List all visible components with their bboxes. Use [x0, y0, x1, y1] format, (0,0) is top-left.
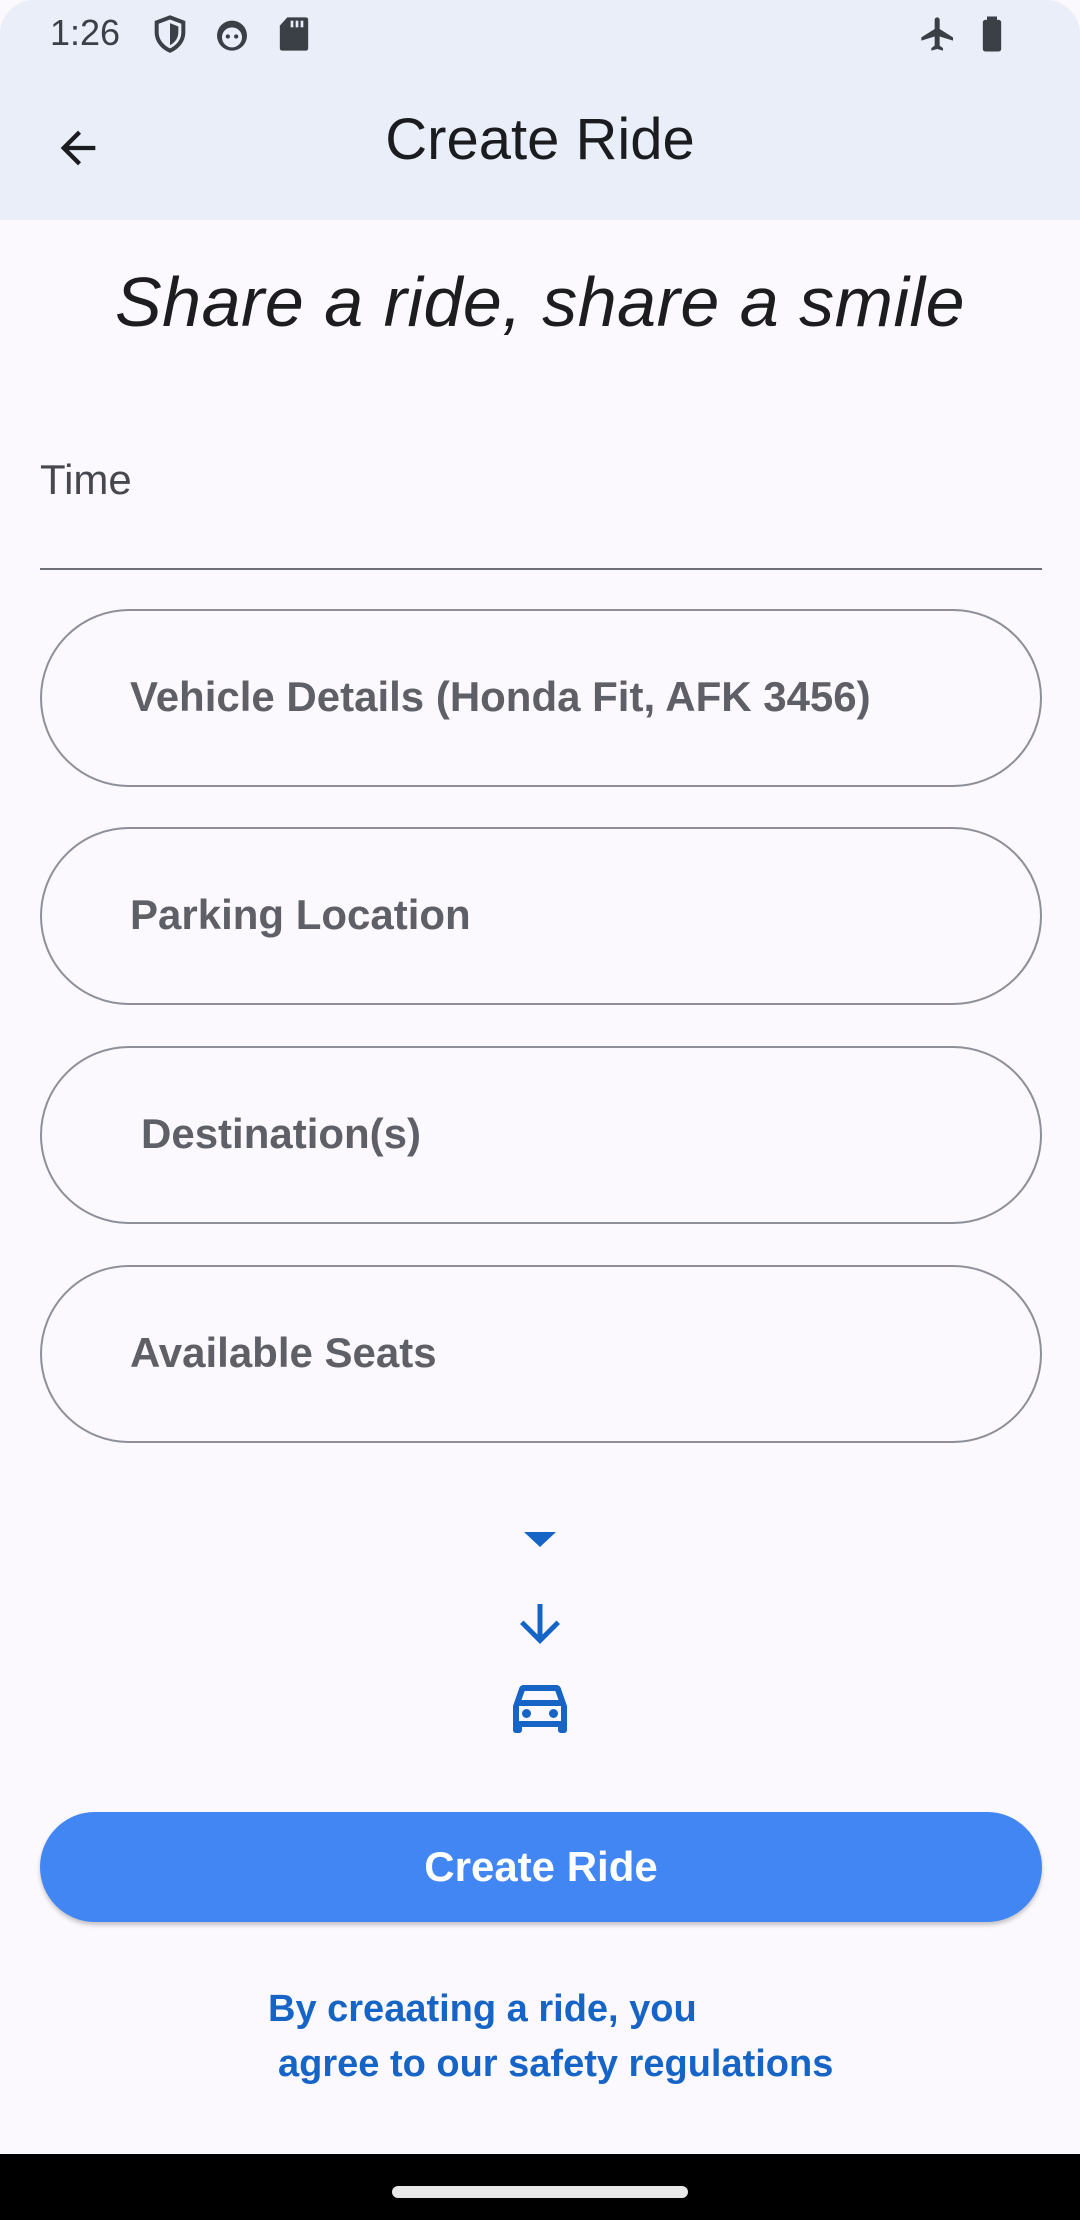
destinations-placeholder: Destination(s): [141, 1110, 422, 1157]
vehicle-details-input[interactable]: Vehicle Details (Honda Fit, AFK 3456): [40, 609, 1042, 787]
shield-icon: [154, 15, 186, 53]
time-field[interactable]: Time: [40, 440, 1042, 570]
home-gesture-handle[interactable]: [392, 2186, 688, 2198]
sd-card-icon: [279, 17, 309, 51]
page-title: Create Ride: [385, 107, 695, 172]
parking-location-placeholder: Parking Location: [130, 891, 471, 938]
navigation-bar: [0, 2154, 1080, 2220]
available-seats-input[interactable]: Available Seats: [40, 1265, 1042, 1443]
safety-agreement-link-line2[interactable]: agree to our safety regulations: [278, 2037, 833, 2092]
tagline: Share a ride, share a smile: [114, 263, 965, 341]
status-time: 1:26: [50, 12, 121, 53]
create-ride-button[interactable]: Create Ride: [40, 1812, 1042, 1922]
destinations-input[interactable]: Destination(s): [40, 1046, 1042, 1224]
airplane-mode-icon: [921, 17, 953, 51]
vehicle-details-placeholder: Vehicle Details (Honda Fit, AFK 3456): [130, 673, 871, 720]
arrow-down-icon: [520, 1604, 560, 1644]
android-face-icon: [217, 20, 247, 51]
app-bar: Create Ride: [0, 70, 1080, 220]
car-icon: [513, 1685, 567, 1733]
parking-location-input[interactable]: Parking Location: [40, 827, 1042, 1005]
caret-down-icon: [524, 1532, 556, 1547]
safety-agreement-link-line1[interactable]: By creaating a ride, you: [268, 1982, 697, 2037]
create-ride-screen: 1:26 Create Ride Share a ride, share a s…: [0, 0, 1080, 2220]
available-seats-placeholder: Available Seats: [130, 1329, 437, 1376]
time-label: Time: [40, 456, 132, 503]
battery-icon: [982, 16, 1002, 52]
status-bar: 1:26: [0, 0, 1080, 70]
